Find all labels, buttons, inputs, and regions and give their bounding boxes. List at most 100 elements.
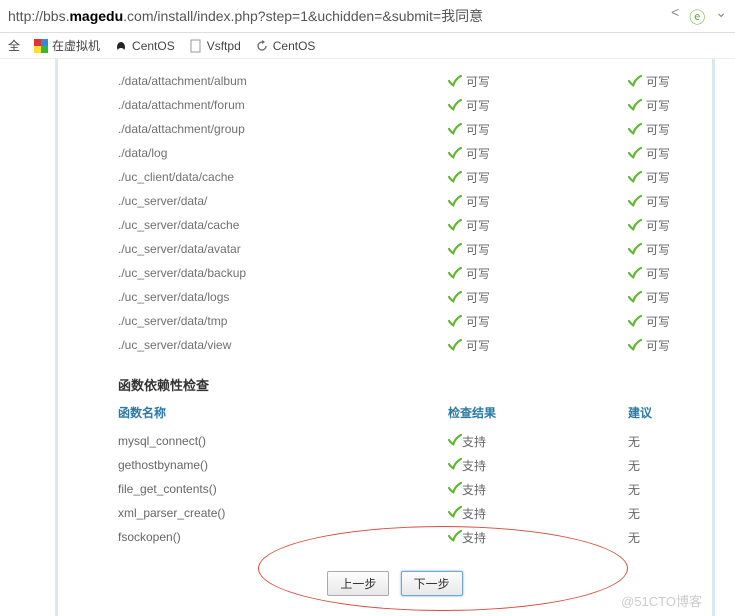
- perm-required-status: 可写: [628, 313, 670, 330]
- perm-path: ./uc_server/data/view: [118, 338, 448, 352]
- check-icon: [448, 291, 462, 303]
- status-text: 可写: [646, 337, 670, 354]
- permission-row: ./data/attachment/group可写可写: [118, 117, 672, 141]
- result-text: 支持: [462, 531, 486, 545]
- perm-path: ./uc_server/data/logs: [118, 290, 448, 304]
- perm-required-status: 可写: [628, 121, 670, 138]
- status-text: 可写: [646, 289, 670, 306]
- perm-required-status: 可写: [628, 169, 670, 186]
- permission-row: ./uc_server/data/cache可写可写: [118, 213, 672, 237]
- bookmark-vsftpd-label: Vsftpd: [207, 39, 241, 53]
- bookmark-centos1-label: CentOS: [132, 39, 175, 53]
- func-table-header: 函数名称 检查结果 建议: [118, 404, 672, 421]
- check-icon: [628, 267, 642, 279]
- perm-current-status: 可写: [448, 337, 628, 354]
- func-row: fsockopen()支持无: [118, 525, 672, 549]
- compat-icon[interactable]: ⓔ: [689, 4, 705, 28]
- check-icon: [448, 195, 462, 207]
- func-result: 支持: [448, 529, 628, 546]
- permission-row: ./uc_server/data/可写可写: [118, 189, 672, 213]
- prev-step-button[interactable]: 上一步: [327, 571, 389, 596]
- permission-check-table: ./data/attachment/album可写可写./data/attach…: [118, 69, 672, 357]
- perm-path: ./uc_server/data/backup: [118, 266, 448, 280]
- check-icon: [448, 482, 462, 494]
- status-text: 可写: [466, 289, 490, 306]
- perm-required-status: 可写: [628, 241, 670, 258]
- status-text: 可写: [466, 337, 490, 354]
- func-name: xml_parser_create(): [118, 506, 448, 520]
- check-icon: [448, 243, 462, 255]
- url-suffix: .com/install/index.php?step=1&uchidden=&…: [123, 8, 483, 24]
- status-text: 可写: [646, 121, 670, 138]
- header-func-name: 函数名称: [118, 404, 448, 421]
- check-icon: [448, 506, 462, 518]
- linux-icon: [114, 39, 128, 53]
- func-suggest: 无: [628, 481, 640, 498]
- share-icon[interactable]: <: [671, 4, 679, 28]
- action-buttons: 上一步 下一步: [118, 571, 672, 596]
- check-icon: [628, 315, 642, 327]
- func-suggest: 无: [628, 457, 640, 474]
- check-icon: [628, 147, 642, 159]
- func-name: gethostbyname(): [118, 458, 448, 472]
- vm-icon: [34, 39, 48, 53]
- func-check-table: mysql_connect()支持无gethostbyname()支持无file…: [118, 429, 672, 549]
- bookmark-vm[interactable]: 在虚拟机: [34, 37, 100, 54]
- func-result: 支持: [448, 433, 628, 450]
- perm-required-status: 可写: [628, 337, 670, 354]
- func-name: mysql_connect(): [118, 434, 448, 448]
- check-icon: [448, 315, 462, 327]
- perm-path: ./data/attachment/forum: [118, 98, 448, 112]
- status-text: 可写: [646, 73, 670, 90]
- perm-required-status: 可写: [628, 145, 670, 162]
- func-row: mysql_connect()支持无: [118, 429, 672, 453]
- perm-current-status: 可写: [448, 193, 628, 210]
- page-content: ./data/attachment/album可写可写./data/attach…: [0, 59, 735, 616]
- check-icon: [628, 243, 642, 255]
- perm-current-status: 可写: [448, 289, 628, 306]
- check-icon: [628, 339, 642, 351]
- status-text: 可写: [646, 193, 670, 210]
- next-step-button[interactable]: 下一步: [401, 571, 463, 596]
- bookmark-safe[interactable]: 全: [8, 37, 20, 54]
- status-text: 可写: [646, 313, 670, 330]
- bookmark-centos1[interactable]: CentOS: [114, 39, 175, 53]
- func-name: file_get_contents(): [118, 482, 448, 496]
- check-icon: [448, 458, 462, 470]
- result-text: 支持: [462, 507, 486, 521]
- chevron-down-icon[interactable]: ⌄: [715, 4, 727, 28]
- url-domain: magedu: [69, 8, 123, 24]
- func-suggest: 无: [628, 433, 640, 450]
- permission-row: ./uc_server/data/avatar可写可写: [118, 237, 672, 261]
- header-suggest: 建议: [628, 404, 652, 421]
- result-text: 支持: [462, 459, 486, 473]
- address-actions: < ⓔ ⌄: [671, 4, 727, 28]
- url-display[interactable]: http://bbs.magedu.com/install/index.php?…: [8, 6, 483, 26]
- permission-row: ./uc_client/data/cache 可写 可写: [118, 165, 672, 189]
- perm-path: ./uc_server/data/tmp: [118, 314, 448, 328]
- check-icon: [448, 75, 462, 87]
- status-text: 可写: [466, 217, 490, 234]
- perm-current-status: 可写: [448, 121, 628, 138]
- permission-row: ./data/attachment/album可写可写: [118, 69, 672, 93]
- bookmark-vsftpd[interactable]: Vsftpd: [189, 39, 241, 53]
- watermark: @51CTO博客: [621, 591, 702, 610]
- check-icon: [448, 171, 462, 183]
- file-icon: [189, 39, 203, 53]
- permission-row: ./uc_server/data/view 可写 可写: [118, 333, 672, 357]
- perm-path: ./uc_client/data/cache: [118, 170, 448, 184]
- status-text: 可写: [466, 169, 490, 186]
- perm-current-status: 可写: [448, 313, 628, 330]
- check-icon: [628, 123, 642, 135]
- bookmark-centos2[interactable]: CentOS: [255, 39, 316, 53]
- perm-path: ./data/attachment/album: [118, 74, 448, 88]
- check-icon: [628, 99, 642, 111]
- status-text: 可写: [646, 145, 670, 162]
- header-check-result: 检查结果: [448, 404, 628, 421]
- address-bar: http://bbs.magedu.com/install/index.php?…: [0, 0, 735, 33]
- perm-required-status: 可写: [628, 289, 670, 306]
- perm-current-status: 可写: [448, 145, 628, 162]
- check-icon: [448, 339, 462, 351]
- check-icon: [448, 147, 462, 159]
- func-result: 支持: [448, 481, 628, 498]
